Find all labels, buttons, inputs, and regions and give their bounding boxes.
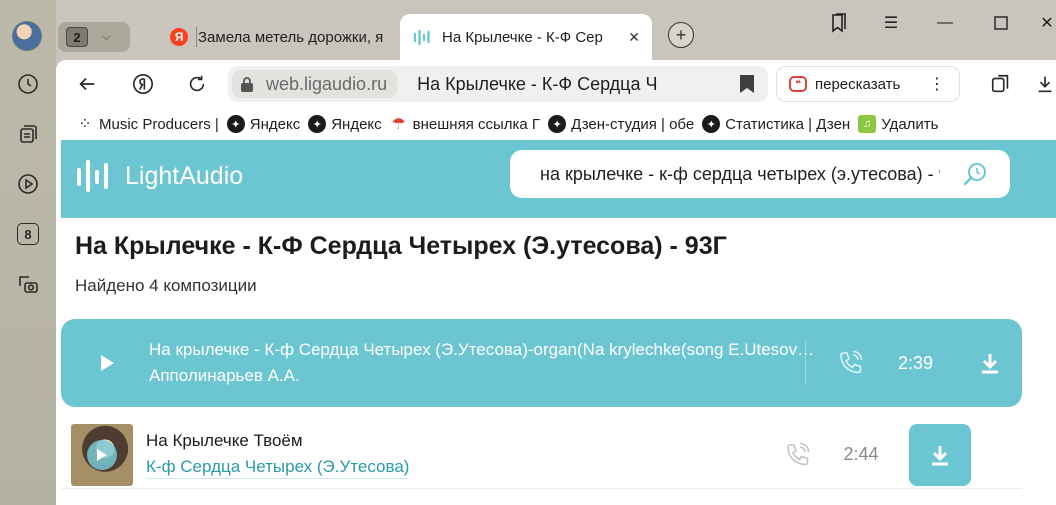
download-button[interactable]: [975, 348, 1005, 378]
bookmark-item[interactable]: ✦ Дзен-студия | обе: [548, 115, 694, 133]
download-icon: [982, 354, 999, 374]
lightaudio-logo-icon: [77, 160, 108, 192]
tab-group-button[interactable]: 2 ⌵: [58, 22, 130, 52]
divider: [805, 341, 806, 385]
album-cover[interactable]: [71, 423, 133, 486]
profile-avatar[interactable]: [12, 21, 42, 51]
retell-button[interactable]: ❝ пересказать ⋮: [776, 66, 960, 102]
bookmark-item[interactable]: ⁘ Music Producers |: [76, 115, 219, 134]
music-producers-icon: ⁘: [78, 116, 92, 133]
bookmark-item[interactable]: ☂ внешняя ссылка Г: [389, 115, 541, 133]
search-input[interactable]: на крылечке - к-ф сердца четырех (э.утес…: [510, 150, 1010, 198]
tab-title: На Крылечке - К-Ф Сер: [442, 28, 603, 46]
maximize-icon[interactable]: [988, 10, 1014, 36]
track-row[interactable]: На Крылечке Твоём К-ф Сердца Четырех (Э.…: [61, 421, 1022, 489]
tab-count-badge: 2: [66, 27, 88, 47]
minimize-icon[interactable]: —: [932, 10, 958, 36]
star-icon: ✦: [226, 115, 245, 133]
rail-app-8[interactable]: 8: [15, 221, 41, 247]
video-play-icon[interactable]: [15, 171, 41, 197]
tab-strip: 2 ⌵ Я Замела метель дорожки, я На Крылеч…: [56, 0, 1056, 60]
address-page-title: На Крылечке - К-Ф Сердца Четырех (Э.утес…: [417, 73, 658, 94]
screenshot-icon[interactable]: [15, 271, 41, 297]
bookmarks-bar: ⁘ Music Producers | ✦ Яндекс ✦ Яндекс ☂ …: [56, 110, 1056, 138]
track-artist[interactable]: К-ф Сердца Четырех (Э.Утесова): [146, 457, 410, 479]
results-count: Найдено 4 композиции: [75, 276, 257, 295]
rail-badge-8: 8: [17, 223, 39, 245]
play-button[interactable]: [87, 439, 117, 470]
bookmark-label: Статистика | Дзен: [725, 115, 851, 133]
reload-button[interactable]: [182, 69, 212, 99]
browser-window: web.ligaudio.ru На Крылечке - К-Ф Сердца…: [56, 60, 1056, 505]
retell-label: пересказать: [815, 75, 901, 93]
browser-toolbar: web.ligaudio.ru На Крылечке - К-Ф Сердца…: [56, 60, 1056, 110]
more-vertical-icon[interactable]: ⋮: [929, 74, 945, 94]
browser-side-panel: 8: [0, 0, 56, 505]
lock-icon: [241, 77, 253, 92]
site-info-chip[interactable]: web.ligaudio.ru: [232, 70, 398, 98]
star-icon: ✦: [308, 115, 327, 133]
bookmark-label: Яндекс: [331, 115, 382, 133]
track-title: На крылечке - К-ф Сердца Четырех (Э.Утес…: [149, 340, 817, 359]
history-icon[interactable]: [15, 71, 41, 97]
site-header: LightAudio на крылечке - к-ф сердца четы…: [61, 140, 1056, 218]
back-button[interactable]: [72, 69, 102, 99]
ringtone-icon[interactable]: [836, 349, 864, 377]
address-bar[interactable]: web.ligaudio.ru На Крылечке - К-Ф Сердца…: [228, 66, 768, 102]
menu-icon[interactable]: ☰: [878, 10, 904, 36]
tab-active[interactable]: На Крылечке - К-Ф Сер ✕: [400, 14, 652, 60]
umbrella-icon: ☂: [389, 115, 408, 133]
bookmark-item[interactable]: ✦ Статистика | Дзен: [702, 115, 850, 133]
star-icon: ✦: [548, 115, 567, 133]
bookmark-label: Music Producers |: [99, 115, 219, 133]
site-logo[interactable]: LightAudio: [75, 158, 243, 194]
yandex-home-button[interactable]: [128, 69, 158, 99]
ringtone-icon[interactable]: [783, 441, 811, 469]
track-duration: 2:44: [843, 444, 879, 464]
tab-inactive[interactable]: Я Замела метель дорожки, я: [158, 14, 388, 60]
bookmark-label: Яндекс: [249, 115, 301, 133]
track-duration: 2:39: [898, 352, 934, 373]
close-window-icon[interactable]: ✕: [1034, 10, 1056, 36]
address-domain: web.ligaudio.ru: [266, 73, 388, 94]
downloads-icon[interactable]: [1034, 69, 1056, 99]
track-row-playing[interactable]: На крылечке - К-ф Сердца Четырех (Э.Утес…: [61, 319, 1022, 407]
search-icon[interactable]: [962, 161, 988, 187]
new-tab-button[interactable]: +: [668, 22, 694, 48]
bookmark-item[interactable]: ♫ Удалить: [858, 115, 938, 133]
bookmarks-panel-icon[interactable]: [826, 10, 852, 36]
bookmark-label: Удалить: [881, 115, 939, 133]
play-icon: [97, 448, 107, 461]
page-title: На Крылечке - К-Ф Сердца Четырех (Э.утес…: [75, 232, 727, 260]
star-icon: ✦: [702, 115, 721, 133]
download-button[interactable]: [908, 423, 971, 486]
track-artist[interactable]: Апполинарьев А.А.: [149, 366, 817, 386]
collections-icon[interactable]: [15, 121, 41, 147]
download-icon: [931, 445, 948, 465]
page-content: LightAudio на крылечке - к-ф сердца четы…: [61, 140, 1056, 505]
lightaudio-icon: [413, 29, 430, 46]
bookmark-label: внешняя ссылка Г: [412, 115, 541, 133]
yandex-icon: Я: [170, 28, 188, 46]
brand-name: LightAudio: [125, 161, 244, 190]
close-tab-icon[interactable]: ✕: [628, 29, 640, 46]
bookmark-item[interactable]: ✦ Яндекс: [308, 115, 382, 133]
tab-title: Замела метель дорожки, я: [198, 28, 384, 46]
retell-icon: ❝: [789, 76, 807, 92]
bookmark-icon[interactable]: [740, 75, 754, 93]
search-value: на крылечке - к-ф сердца четырех (э.утес…: [540, 163, 940, 184]
chevron-down-icon: ⌵: [102, 30, 111, 43]
bookmark-label: Дзен-студия | обе: [571, 115, 695, 133]
music-note-icon: ♫: [858, 115, 877, 133]
track-title: На Крылечке Твоём: [146, 430, 303, 450]
extensions-icon[interactable]: [986, 69, 1016, 99]
play-icon: [100, 355, 114, 371]
bookmark-item[interactable]: ✦ Яндекс: [226, 115, 301, 133]
play-button[interactable]: [97, 353, 117, 373]
